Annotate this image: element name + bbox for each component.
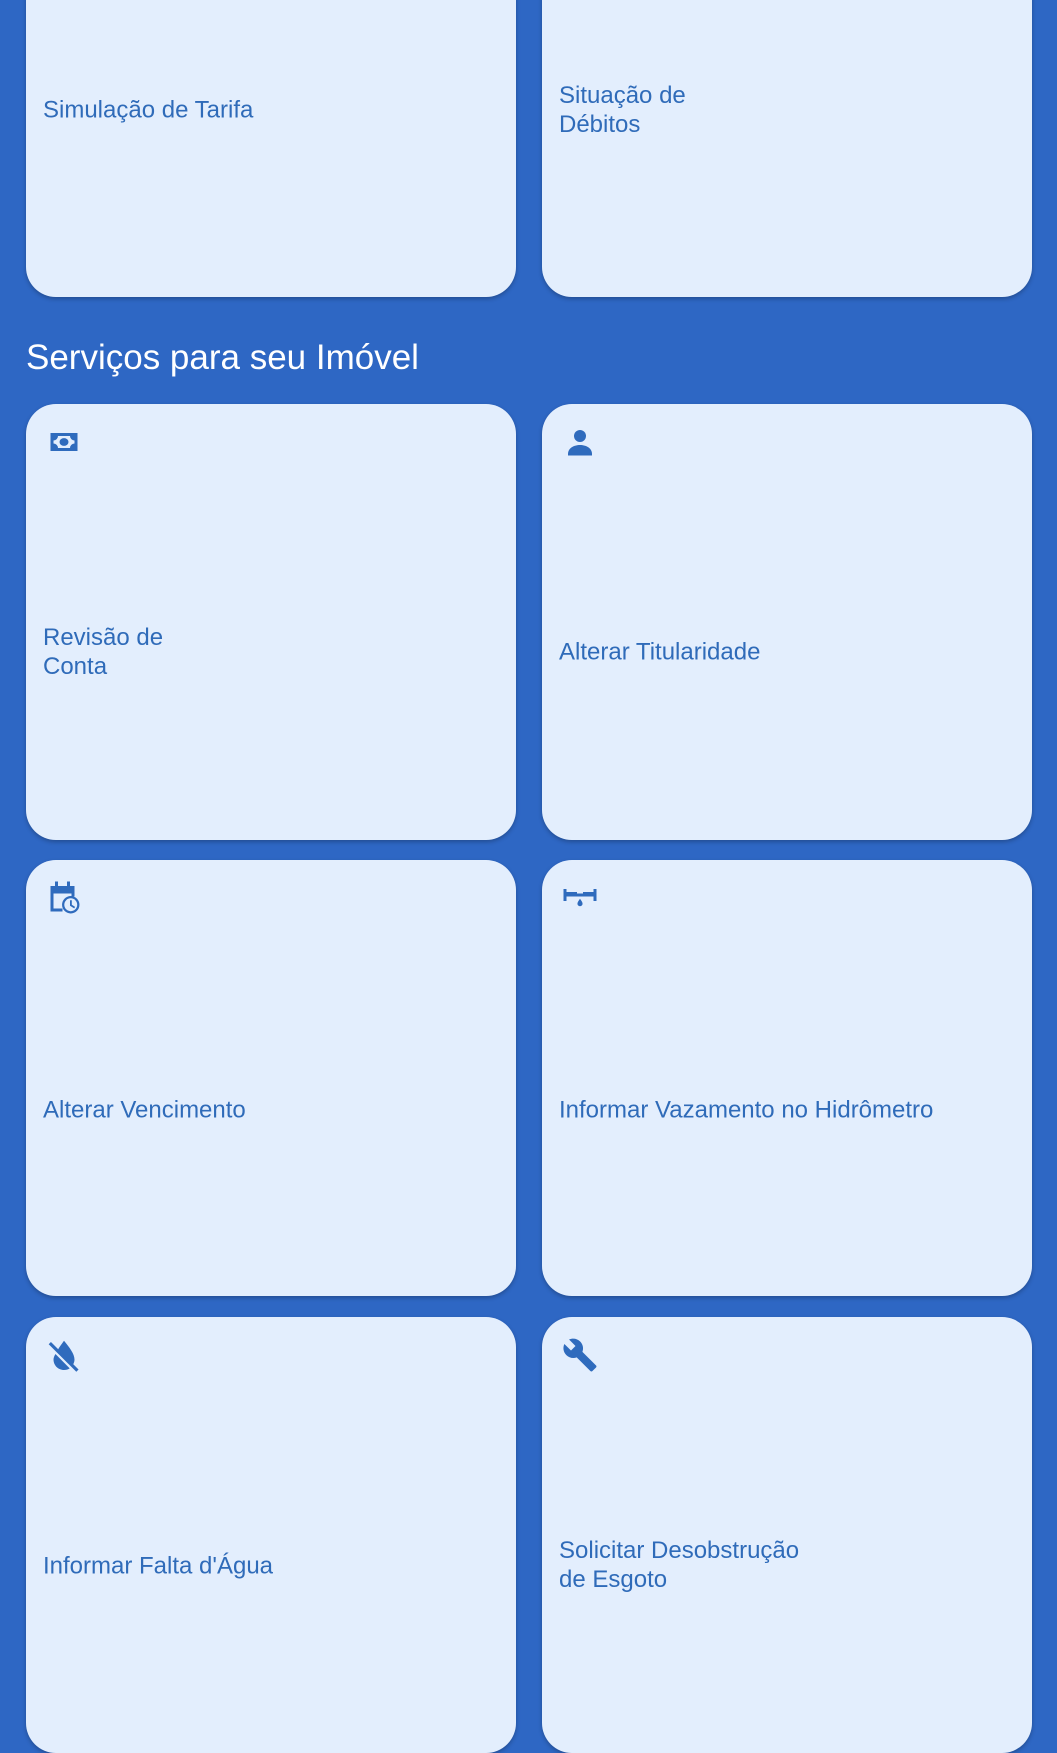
calendar-clock-icon bbox=[46, 880, 82, 916]
card-informar-vazamento[interactable]: Informar Vazamento no Hidrômetro bbox=[542, 860, 1032, 1296]
card-label: Alterar Vencimento bbox=[43, 1096, 246, 1124]
card-revisao-conta[interactable]: Revisão de Conta bbox=[26, 404, 516, 840]
card-label: Solicitar Desobstrução de Esgoto bbox=[559, 1537, 800, 1593]
card-label: Alterar Titularidade bbox=[559, 638, 761, 666]
card-situacao-debitos[interactable]: Situação de Débitos bbox=[542, 0, 1032, 297]
section-title: Serviços para seu Imóvel bbox=[26, 338, 419, 377]
card-label: Informar Falta d'Água bbox=[43, 1552, 274, 1580]
person-icon bbox=[562, 424, 598, 460]
wrench-icon bbox=[562, 1337, 598, 1373]
card-alterar-titularidade[interactable]: Alterar Titularidade bbox=[542, 404, 1032, 840]
card-label: Simulação de Tarifa bbox=[43, 96, 254, 124]
card-informar-falta-agua[interactable]: Informar Falta d'Água bbox=[26, 1317, 516, 1753]
card-label: Informar Vazamento no Hidrômetro bbox=[559, 1096, 934, 1124]
card-alterar-vencimento[interactable]: Alterar Vencimento bbox=[26, 860, 516, 1296]
cash-icon bbox=[46, 424, 82, 460]
card-simulacao-tarifa[interactable]: Simulação de Tarifa bbox=[26, 0, 516, 297]
card-label: Situação de Débitos bbox=[559, 82, 686, 138]
card-label: Revisão de Conta bbox=[43, 624, 164, 680]
pipe-leak-icon bbox=[562, 880, 598, 916]
water-off-icon bbox=[46, 1337, 82, 1373]
card-solicitar-desobstrucao[interactable]: Solicitar Desobstrução de Esgoto bbox=[542, 1317, 1032, 1753]
